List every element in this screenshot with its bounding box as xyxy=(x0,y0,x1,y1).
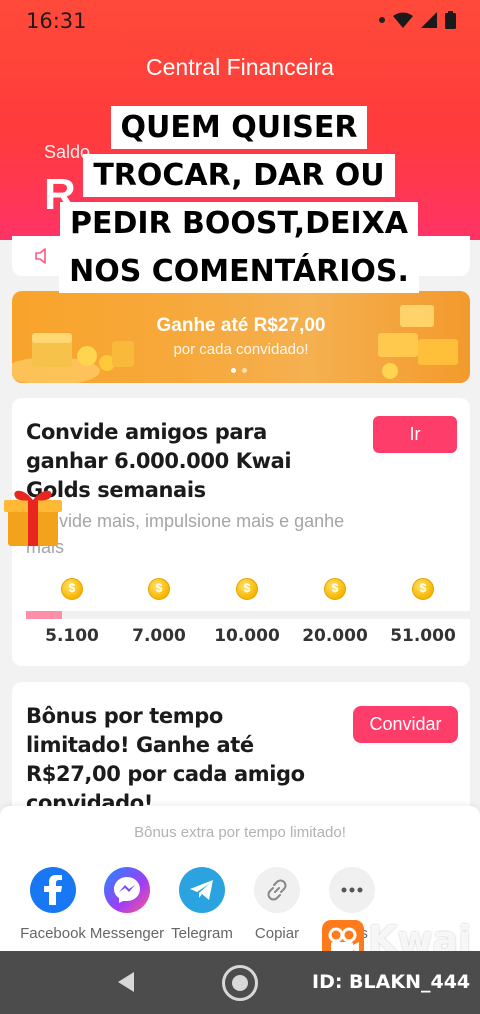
share-messenger[interactable]: Messenger xyxy=(84,867,170,942)
invite-title: Convide amigos para ganhar 6.000.000 Kwa… xyxy=(26,420,292,502)
status-bar: 16:31 xyxy=(0,0,480,42)
page-title: Central Financeira xyxy=(146,54,334,80)
overlay-caption-text: QUEM QUISER TROCAR, DAR OU PEDIR BOOST,D… xyxy=(59,106,419,293)
milestone: 20.000 xyxy=(290,578,380,646)
battery-icon xyxy=(445,11,456,29)
milestone: 10.000 xyxy=(202,578,292,646)
bonus-title: Bônus por tempo limitado! Ganhe até R$27… xyxy=(26,704,305,815)
share-hint: Bônus extra por tempo limitado! xyxy=(134,824,346,841)
watermark-id: ID: BLAKN_444 xyxy=(312,971,471,993)
back-icon[interactable] xyxy=(116,971,136,993)
share-label: Telegram xyxy=(171,925,233,942)
share-telegram[interactable]: Telegram xyxy=(159,867,245,942)
signal-icon xyxy=(421,12,437,28)
banner-subtitle: por cada convidado! xyxy=(173,341,309,358)
invite-card: Convide amigos para ganhar 6.000.000 Kwa… xyxy=(12,398,470,666)
pagination-dot-active xyxy=(231,368,236,373)
milestone-value: 10.000 xyxy=(214,626,280,646)
invite-subtitle: Convide mais, impulsione mais e ganhe ma… xyxy=(26,511,345,557)
pagination-dot xyxy=(242,368,247,373)
go-button[interactable]: Ir xyxy=(373,416,457,453)
wifi-icon xyxy=(393,12,413,28)
speaker-icon xyxy=(35,248,46,264)
gold-coin-icon xyxy=(148,578,170,600)
link-icon xyxy=(254,867,300,913)
more-icon xyxy=(329,867,375,913)
gold-coin-icon xyxy=(412,578,434,600)
system-nav-bar: ID: BLAKN_444 xyxy=(0,951,480,1014)
share-label: Messenger xyxy=(89,925,165,942)
milestone: 51.000 xyxy=(378,578,468,646)
promo-banner[interactable]: Ganhe até R$27,00 por cada convidado! xyxy=(12,291,470,383)
milestone-value: 7.000 xyxy=(132,626,186,646)
telegram-icon xyxy=(179,867,225,913)
status-icons xyxy=(379,11,456,29)
facebook-icon xyxy=(30,867,76,913)
invite-button[interactable]: Convidar xyxy=(353,706,458,743)
overlay-caption: QUEM QUISER TROCAR, DAR OU PEDIR BOOST,D… xyxy=(58,104,420,296)
invite-progress-bar xyxy=(26,611,470,619)
gold-bars-illustration-icon xyxy=(378,305,458,379)
home-icon[interactable] xyxy=(222,965,258,1001)
milestone-value: 5.100 xyxy=(45,626,99,646)
milestone-value: 51.000 xyxy=(390,626,456,646)
share-copy[interactable]: Copiar xyxy=(234,867,320,942)
milestone: 5.100 xyxy=(27,578,117,646)
invite-progress-fill xyxy=(26,611,62,619)
gold-coin-icon xyxy=(324,578,346,600)
status-time: 16:31 xyxy=(26,9,87,33)
banner-title: Ganhe até R$27,00 xyxy=(156,315,326,336)
notification-dot-icon xyxy=(379,17,385,23)
milestone-value: 20.000 xyxy=(302,626,368,646)
share-label: Copiar xyxy=(254,925,300,942)
banner-pagination xyxy=(231,368,247,373)
milestone: 7.000 xyxy=(114,578,204,646)
gold-coin-icon xyxy=(61,578,83,600)
gold-coin-icon xyxy=(236,578,258,600)
gift-box-icon[interactable] xyxy=(2,484,64,548)
messenger-icon xyxy=(104,867,150,913)
